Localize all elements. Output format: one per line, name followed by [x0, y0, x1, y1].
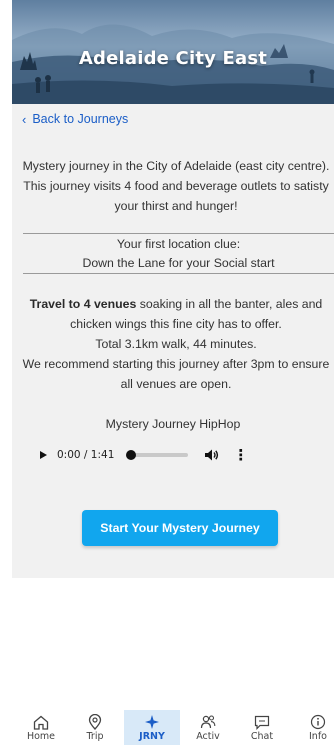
- info-icon: [310, 714, 326, 730]
- tab-label: Home: [26, 731, 56, 742]
- audio-time: 0:00 / 1:41: [57, 449, 115, 461]
- clue-heading: Your first location clue:: [116, 237, 241, 251]
- first-clue-box: Your first location clue: Down the Lane …: [23, 233, 334, 274]
- journey-summary: Travel to 4 venues soaking in all the ba…: [22, 294, 330, 394]
- clue-text: Down the Lane for your Social start: [82, 256, 275, 270]
- venues-bold: Travel to 4 venues: [29, 297, 137, 311]
- bottom-tab-bar: Home Trip JRNY Activ Chat Info: [0, 710, 336, 745]
- back-label: Back to Journeys: [32, 112, 129, 126]
- recommendation: We recommend starting this journey after…: [22, 357, 330, 391]
- start-journey-button[interactable]: Start Your Mystery Journey: [82, 510, 278, 546]
- people-icon: [200, 714, 216, 730]
- tab-label: Chat: [250, 731, 274, 742]
- tab-label: Info: [309, 731, 327, 742]
- chevron-left-icon: ‹: [22, 111, 27, 127]
- audio-seek-bar[interactable]: [126, 450, 189, 460]
- journey-description: Mystery journey in the City of Adelaide …: [22, 159, 330, 213]
- back-to-journeys-link[interactable]: ‹ Back to Journeys: [22, 112, 128, 126]
- journey-title: Adelaide City East: [78, 48, 268, 69]
- tab-info[interactable]: Info: [290, 710, 336, 745]
- tab-trip[interactable]: Trip: [67, 710, 123, 745]
- venues-text: Travel to 4 venues soaking in all the ba…: [22, 294, 330, 334]
- play-icon[interactable]: [40, 451, 47, 459]
- home-icon: [33, 714, 49, 730]
- volume-icon[interactable]: [205, 449, 219, 461]
- chat-bubble-icon: [254, 714, 270, 730]
- tab-label: Activ: [196, 731, 220, 742]
- compass-star-icon: [144, 714, 160, 730]
- hero-banner: Adelaide City East: [12, 0, 334, 104]
- audio-seek-knob[interactable]: [126, 450, 137, 460]
- audio-player: 0:00 / 1:41 ⋮: [40, 445, 248, 465]
- more-options-icon[interactable]: ⋮: [233, 448, 248, 463]
- tab-label: Trip: [86, 731, 104, 742]
- audio-title: Mystery Journey HipHop: [105, 417, 241, 431]
- tab-label: JRNY: [139, 731, 165, 742]
- tab-jrny[interactable]: JRNY: [124, 710, 180, 745]
- location-pin-icon: [88, 714, 102, 730]
- walk-info: Total 3.1km walk, 44 minutes.: [95, 337, 257, 351]
- tab-chat[interactable]: Chat: [234, 710, 290, 745]
- journey-detail-panel: ‹ Back to Journeys Mystery journey in th…: [12, 104, 334, 578]
- tab-home[interactable]: Home: [13, 710, 69, 745]
- tab-activ[interactable]: Activ: [180, 710, 236, 745]
